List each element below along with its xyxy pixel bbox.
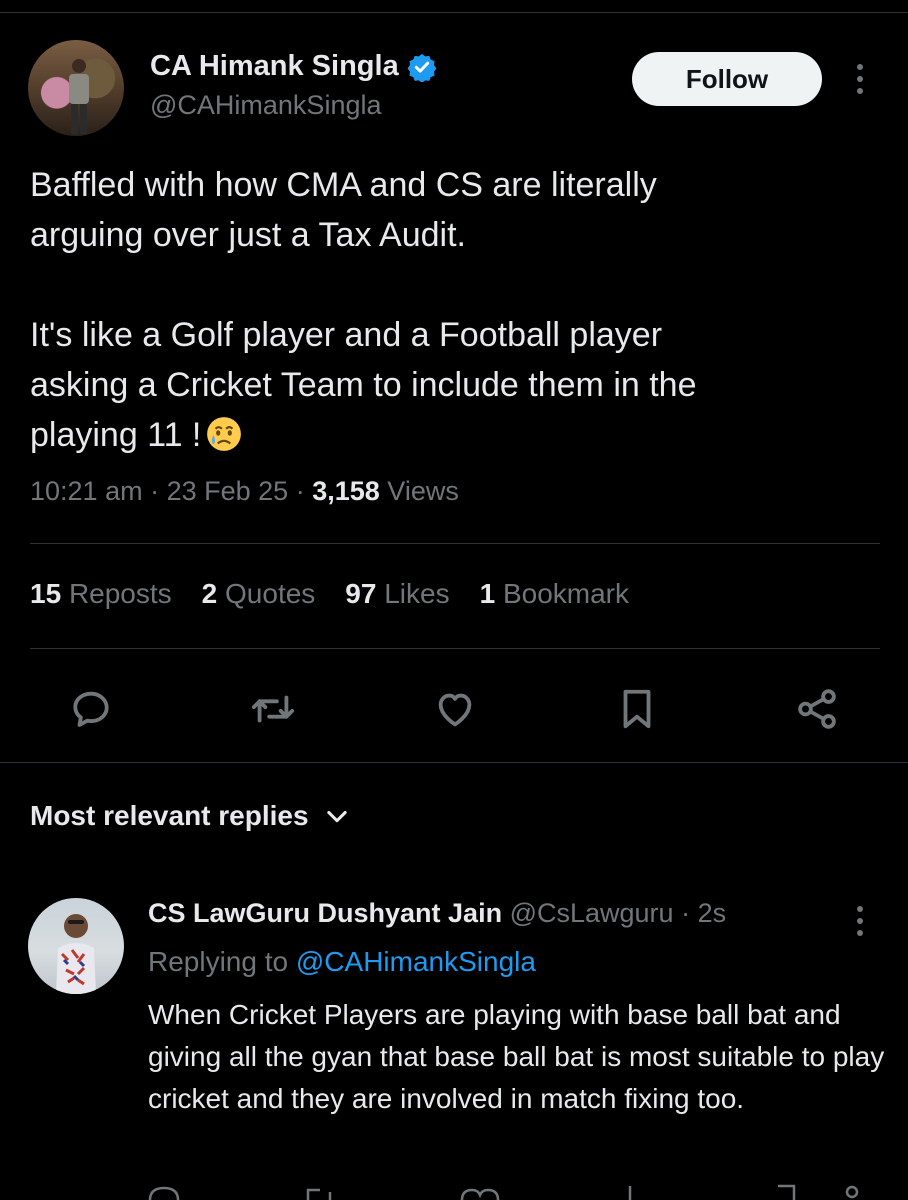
reposts-stat[interactable]: 15 Reposts [30,578,172,610]
reply-share-icon [845,1185,859,1199]
meta-separator: · [295,476,313,506]
repost-icon[interactable] [250,686,296,732]
divider [0,762,908,763]
reply-time-ago[interactable]: 2s [698,898,727,928]
reply-reply-icon [148,1186,180,1200]
follow-button[interactable]: Follow [632,52,822,106]
meta-separator: · [150,476,167,506]
chevron-down-icon [326,810,347,823]
bookmark-icon[interactable] [614,686,660,732]
replies-sort-label: Most relevant replies [30,800,309,831]
views-count: 3,158 [312,476,380,506]
reply-text: When Cricket Players are playing with ba… [148,999,885,1114]
engagement-stats: 15 Reposts 2 Quotes 97 Likes 1 Bookmark [30,578,629,610]
replying-to-handle[interactable]: @CAHimankSingla [296,946,536,977]
reply-like-icon [460,1188,500,1200]
crying-face-icon [207,417,242,451]
reply-separator: · [681,898,691,928]
reply-bookmark-icon [778,1184,796,1200]
author-name[interactable]: CA Himank Singla [150,50,399,83]
author-name-row: CA Himank Singla [150,50,437,83]
reply-author-handle[interactable]: @CsLawguru [510,898,674,928]
reply-author-avatar[interactable] [28,898,124,994]
divider [30,543,880,544]
bookmarks-stat[interactable]: 1 Bookmark [480,578,629,610]
tweet-meta: 10:21 am · 23 Feb 25 · 3,158 Views [30,476,459,507]
quotes-stat[interactable]: 2 Quotes [202,578,316,610]
tweet-text-content: Baffled with how CMA and CS are literall… [30,166,697,454]
reply-author-name[interactable]: CS LawGuru Dushyant Jain [148,898,502,928]
reply-actions-partial [148,1184,859,1200]
top-divider [0,12,908,13]
views-label: Views [387,476,459,506]
replies-sort-dropdown[interactable]: Most relevant replies [30,800,351,832]
share-icon[interactable] [794,686,840,732]
likes-stat[interactable]: 97 Likes [345,578,449,610]
avatar-person-figure [69,59,89,134]
replying-to: Replying to @CAHimankSingla [148,946,536,978]
reply-avatar-person-figure [56,914,96,994]
replying-to-label: Replying to [148,946,289,977]
author-handle[interactable]: @CAHimankSingla [150,90,382,121]
reply-repost-icon [306,1188,332,1200]
verified-badge-icon [407,53,437,82]
tweet-text: Baffled with how CMA and CS are literall… [30,160,880,460]
more-options-icon[interactable] [850,62,870,96]
reply-header: CS LawGuru Dushyant Jain @CsLawguru · 2s [148,898,726,929]
like-icon[interactable] [432,686,478,732]
author-avatar[interactable] [28,40,124,136]
divider [30,648,880,649]
reply-icon[interactable] [68,686,114,732]
tweet-time[interactable]: 10:21 am [30,476,143,506]
reply-more-options-icon[interactable] [850,904,870,938]
tweet-date[interactable]: 23 Feb 25 [167,476,289,506]
